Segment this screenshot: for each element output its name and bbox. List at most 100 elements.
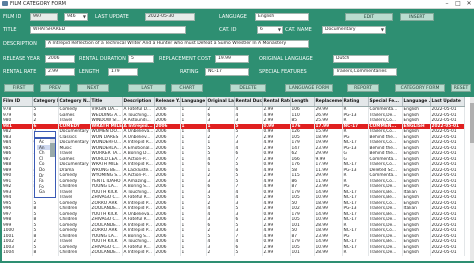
maximize-button[interactable]: □: [453, 0, 463, 8]
category-cell-editor[interactable]: [34, 131, 56, 138]
table-cell[interactable]: WORKER TA...: [90, 151, 123, 157]
last-update-field[interactable]: 2022-05-30: [145, 13, 195, 21]
column-header[interactable]: Release Y...: [154, 97, 181, 107]
table-cell[interactable]: 8: [32, 250, 59, 256]
table-cell[interactable]: A Touching...: [122, 239, 155, 245]
column-header[interactable]: Title: [90, 97, 123, 107]
table-cell[interactable]: 2.99: [262, 250, 291, 256]
table-cell[interactable]: Trailers,De...: [368, 250, 403, 256]
column-header[interactable]: Category N...: [58, 97, 91, 107]
category-form-button[interactable]: CATEGORY FORM: [395, 84, 445, 92]
minimize-button[interactable]: –: [442, 0, 452, 8]
rental-duration-field[interactable]: 5: [128, 55, 154, 63]
table-cell[interactable]: WINDOW SI...: [90, 118, 123, 124]
table-cell[interactable]: A Intrepid P...: [122, 250, 155, 256]
table-cell[interactable]: 2006: [154, 250, 181, 256]
table-cell[interactable]: Documentary: [58, 162, 91, 168]
reset-button[interactable]: RESET: [451, 84, 471, 92]
report-button[interactable]: REPORT: [347, 84, 379, 92]
cat-id-dropdown[interactable]: 6 ▼: [257, 26, 283, 34]
category-dropdown-popup[interactable]: Ac An Ch Cl Co Do Dr Fa Fo Ga: [34, 138, 56, 198]
insert-button[interactable]: INSERT: [400, 13, 434, 21]
table-cell[interactable]: English: [402, 250, 431, 256]
column-header[interactable]: Language ...: [402, 97, 431, 107]
table-cell[interactable]: 28.99: [314, 250, 343, 256]
column-header[interactable]: Rental Dur...: [234, 97, 263, 107]
table-cell[interactable]: Documentary: [58, 129, 91, 135]
length-field[interactable]: 179: [108, 68, 138, 76]
column-header[interactable]: Length: [290, 97, 315, 107]
column-header[interactable]: Category ID: [32, 97, 59, 107]
category-option[interactable]: Ga: [37, 189, 55, 195]
table-cell[interactable]: WONDERFU...: [90, 140, 123, 146]
table-cell[interactable]: A Intrepid R...: [122, 140, 155, 146]
title-field[interactable]: WHATSHARED: [30, 26, 186, 34]
table-cell[interactable]: 2022-05-01: [430, 250, 465, 256]
table-cell[interactable]: Commenta...: [368, 106, 403, 113]
table-cell[interactable]: A Intrepid R...: [122, 162, 155, 168]
table-cell[interactable]: YOUNG LA...: [90, 184, 123, 190]
cat-name-dropdown[interactable]: Documentary ▼: [322, 26, 386, 34]
scrollbar-thumb[interactable]: [470, 103, 474, 143]
table-cell[interactable]: A Fateful R...: [122, 195, 155, 201]
table-cell[interactable]: R: [342, 250, 369, 256]
replacement-cost-field[interactable]: 19.99: [215, 55, 249, 63]
table-cell[interactable]: A Unbelieva...: [122, 129, 155, 135]
column-header[interactable]: Description: [122, 97, 155, 107]
rating-field[interactable]: NC-17: [205, 68, 249, 76]
column-header[interactable]: Rating: [342, 97, 369, 107]
column-header[interactable]: Special Fe...: [368, 97, 403, 107]
table-cell[interactable]: A Intrepid P...: [122, 206, 155, 212]
column-header[interactable]: Original La...: [206, 97, 235, 107]
table-cell[interactable]: 2: [206, 250, 235, 256]
table-cell[interactable]: Behind the...: [368, 151, 403, 157]
table-cell[interactable]: A Fateful R...: [122, 217, 155, 223]
description-field[interactable]: A Intrepid Reflection of a Technical Wri…: [45, 40, 309, 48]
first-button[interactable]: FIRST: [4, 84, 34, 92]
special-features-field[interactable]: Trailers,Commentaries: [333, 68, 397, 76]
rental-rate-field[interactable]: 2.99: [45, 68, 75, 76]
column-header[interactable]: Language I...: [180, 97, 207, 107]
popup-scrollbar-thumb[interactable]: [50, 143, 55, 157]
table-cell[interactable]: A Boring S...: [122, 184, 155, 190]
column-header[interactable]: Rental Rate: [262, 97, 291, 107]
film-id-field[interactable]: 997: [30, 13, 58, 21]
column-header[interactable]: Replaceme...: [314, 97, 343, 107]
edit-button[interactable]: EDIT: [345, 13, 393, 21]
table-vertical-scrollbar[interactable]: [470, 97, 474, 261]
original-language-field[interactable]: Dutch: [333, 55, 389, 63]
table-cell[interactable]: YOUTH KICK: [90, 239, 123, 245]
table-cell[interactable]: Children: [58, 250, 91, 256]
film-nav-dropdown[interactable]: 946 ▼: [64, 13, 88, 21]
table-cell[interactable]: A Intrepid P...: [122, 228, 155, 234]
table-cell[interactable]: VIRGIN DA...: [90, 106, 123, 113]
next-button[interactable]: NEXT: [77, 84, 109, 92]
last-button[interactable]: LAST: [128, 84, 166, 92]
table-cell[interactable]: ZORRO ARK: [90, 228, 123, 234]
prev-button[interactable]: PREV: [40, 84, 70, 92]
table-cell[interactable]: 101: [290, 250, 315, 256]
table-cell[interactable]: Documentary: [58, 140, 91, 146]
table-cell[interactable]: ZHIVAGO C...: [90, 195, 123, 201]
column-header[interactable]: Film ID: [2, 97, 33, 107]
film-table[interactable]: Film IDCategory IDCategory N...TitleDesc…: [2, 97, 470, 261]
table-cell[interactable]: A Fateful D...: [122, 106, 155, 113]
table-cell[interactable]: WOMEN DO...: [90, 129, 123, 135]
table-cell[interactable]: WRATH MILE: [90, 162, 123, 168]
table-cell[interactable]: A Astoundi...: [122, 118, 155, 124]
column-header[interactable]: Last Update: [430, 97, 465, 107]
table-row[interactable]: 1004 8 Children ZOOLANDE... A Intrepid P... 2…: [2, 250, 465, 256]
popup-scrollbar[interactable]: [50, 139, 55, 157]
table-cell[interactable]: 1: [180, 250, 207, 256]
chart-button[interactable]: CHART: [171, 84, 203, 92]
language-field[interactable]: English: [255, 13, 309, 21]
table-cell[interactable]: WYOMING S...: [90, 173, 123, 179]
table-cell[interactable]: ZHIVAGO C...: [90, 217, 123, 223]
table-cell[interactable]: ZOOLANDE...: [90, 206, 123, 212]
table-cell[interactable]: 5: [234, 250, 263, 256]
table-cell[interactable]: 1004: [2, 250, 33, 256]
language-form-button[interactable]: LANGUAGE FORM: [285, 84, 333, 92]
release-year-field[interactable]: 2006: [45, 55, 75, 63]
table-cell[interactable]: ZOOLANDE...: [90, 250, 123, 256]
table-cell[interactable]: Commenta...: [368, 173, 403, 179]
